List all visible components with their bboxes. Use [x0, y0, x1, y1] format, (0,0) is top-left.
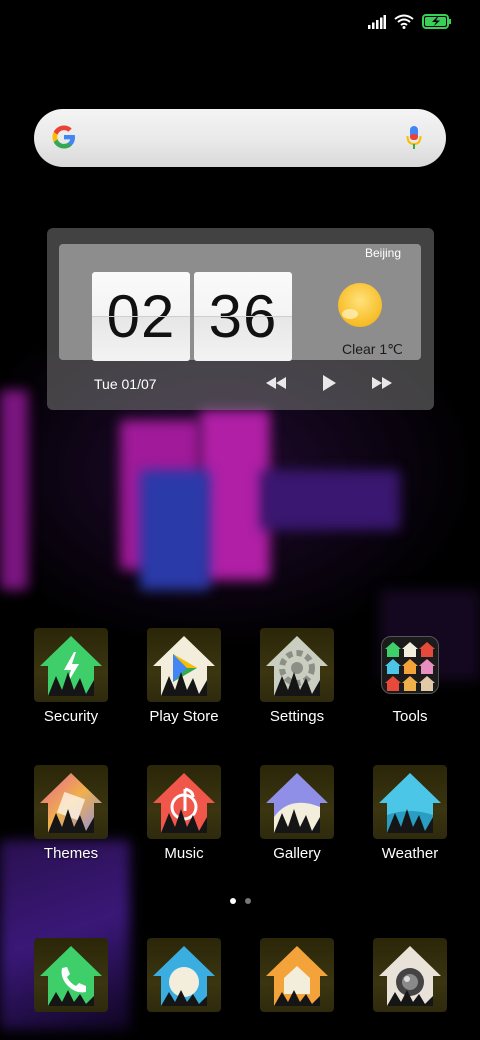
app-label: Themes — [43, 845, 99, 862]
app-label: Music — [164, 845, 204, 862]
app-label: Settings — [269, 708, 325, 725]
app-play-store[interactable]: Play Store — [129, 628, 239, 725]
page-dot-1[interactable] — [229, 898, 236, 904]
google-logo-icon — [50, 123, 78, 156]
date-label: Tue 01/07 — [94, 376, 157, 392]
app-weather[interactable]: Weather — [355, 765, 465, 862]
voice-search-icon[interactable] — [406, 125, 422, 156]
dock-browser[interactable] — [242, 938, 352, 1012]
themes-icon — [34, 765, 108, 839]
clear-weather-icon — [337, 282, 383, 333]
clock-weather-widget[interactable]: Beijing 02 36 Clear 1℃ Tue 01/07 — [47, 228, 434, 410]
app-gallery[interactable]: Gallery — [242, 765, 352, 862]
play-icon[interactable] — [321, 374, 337, 397]
widget-panel: Beijing 02 36 Clear 1℃ — [59, 244, 421, 361]
weather-condition: Clear 1℃ — [342, 341, 403, 357]
rewind-icon[interactable] — [264, 375, 288, 396]
gallery-icon — [260, 765, 334, 839]
camera-icon — [373, 938, 447, 1012]
minute-flip-card[interactable]: 36 — [194, 272, 292, 361]
browser-icon — [260, 938, 334, 1012]
dock-messaging[interactable] — [129, 938, 239, 1012]
dock-phone[interactable] — [16, 938, 126, 1012]
play-store-icon — [147, 628, 221, 702]
battery-charging-icon — [422, 14, 452, 34]
app-tools-folder[interactable]: Tools — [355, 628, 465, 725]
app-label: Gallery — [273, 845, 321, 862]
app-label: Play Store — [149, 708, 219, 725]
app-settings[interactable]: Settings — [242, 628, 352, 725]
signal-icon — [368, 14, 386, 34]
city-label: Beijing — [364, 246, 401, 260]
security-icon — [34, 628, 108, 702]
page-indicator[interactable] — [0, 898, 480, 904]
page-dot-2[interactable] — [244, 898, 251, 904]
google-search-bar[interactable] — [34, 109, 446, 167]
music-icon — [147, 765, 221, 839]
wifi-icon — [394, 14, 414, 34]
app-label: Weather — [381, 845, 439, 862]
settings-icon — [260, 628, 334, 702]
app-music[interactable]: Music — [129, 765, 239, 862]
app-security[interactable]: Security — [16, 628, 126, 725]
dock-camera[interactable] — [355, 938, 465, 1012]
messaging-icon — [147, 938, 221, 1012]
tools-folder-icon — [381, 636, 439, 694]
app-label: Security — [43, 708, 99, 725]
status-bar — [0, 0, 480, 44]
weather-icon — [373, 765, 447, 839]
fast-forward-icon[interactable] — [370, 375, 394, 396]
phone-icon — [34, 938, 108, 1012]
app-themes[interactable]: Themes — [16, 765, 126, 862]
hour-flip-card[interactable]: 02 — [92, 272, 190, 361]
app-label: Tools — [392, 708, 428, 725]
